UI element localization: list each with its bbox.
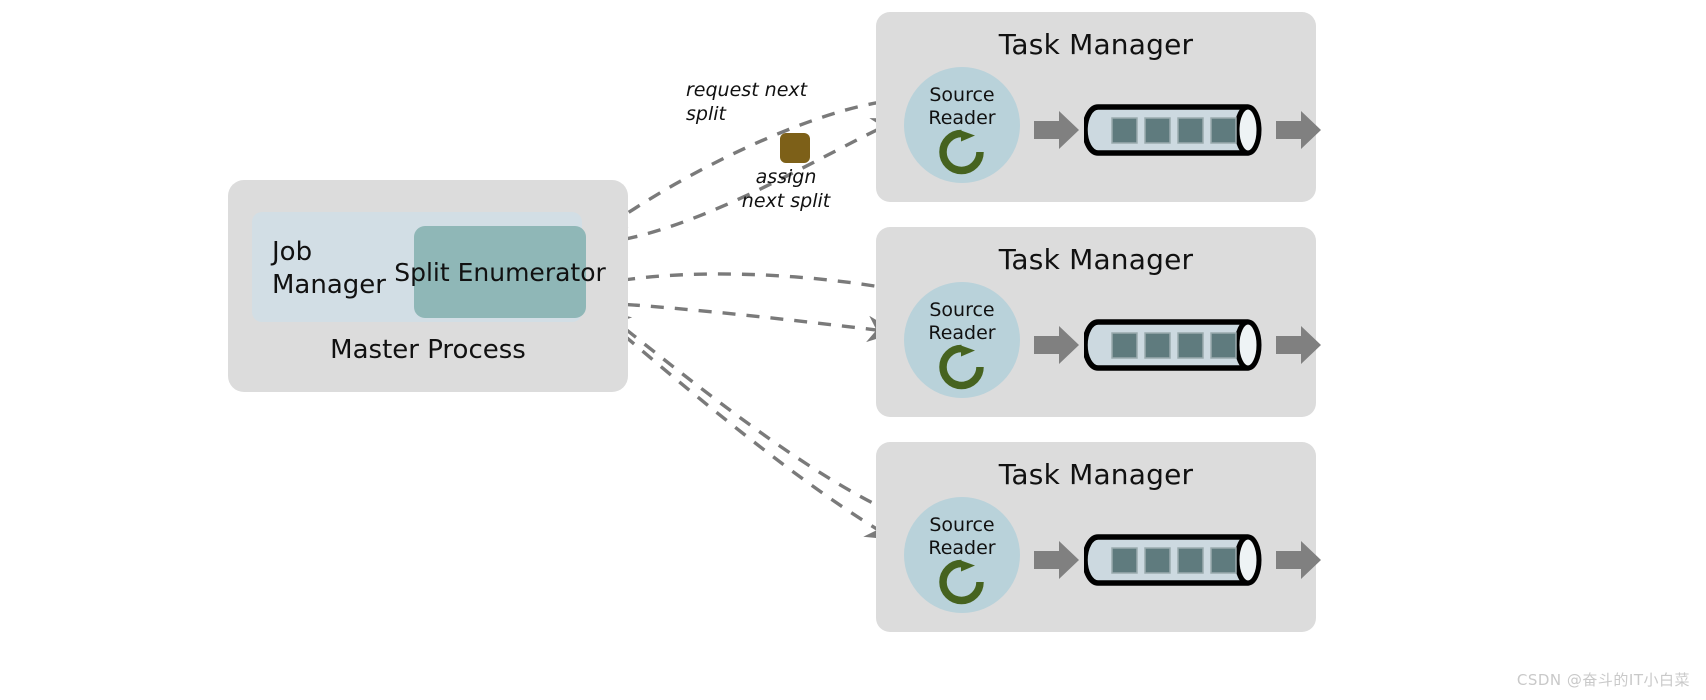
edge-label-assign-next-split: assign next split xyxy=(741,166,831,213)
task-manager-title: Task Manager xyxy=(998,458,1194,491)
diagram-canvas: Job Manager Split Enumerator Master Proc… xyxy=(0,0,1706,700)
task-manager-panel-1: Task Manager Source Reader xyxy=(876,12,1321,202)
split-enumerator-box[interactable]: Split Enumerator xyxy=(394,226,606,318)
source-reader-node[interactable]: Source Reader xyxy=(904,282,1020,398)
edge-label-request-next-split: request next split xyxy=(686,79,808,126)
split-enumerator-label: Split Enumerator xyxy=(394,257,606,287)
loop-refresh-icon xyxy=(939,344,984,390)
edge-assign-tm3 xyxy=(604,318,896,540)
watermark-text: CSDN @奋斗的IT小白菜 xyxy=(1516,671,1690,689)
split-chip-icon xyxy=(780,133,810,163)
flow-arrow-out-icon xyxy=(1276,541,1321,579)
loop-refresh-icon xyxy=(939,559,984,605)
task-manager-panel-2: Task Manager Source Reader xyxy=(876,227,1321,417)
source-reader-node[interactable]: Source Reader xyxy=(904,67,1020,183)
task-manager-title: Task Manager xyxy=(998,243,1194,276)
flow-arrow-out-icon xyxy=(1276,326,1321,364)
record-pipe xyxy=(1084,104,1262,156)
loop-refresh-icon xyxy=(939,129,984,175)
source-reader-node[interactable]: Source Reader xyxy=(904,497,1020,613)
record-pipe xyxy=(1084,534,1262,586)
edge-assign-tm2 xyxy=(602,301,897,343)
source-reader-label: Source Reader xyxy=(928,84,996,129)
flow-arrow-out-icon xyxy=(1276,111,1321,149)
flow-arrow-in-icon xyxy=(1034,326,1079,364)
record-pipe xyxy=(1084,319,1262,371)
task-manager-title: Task Manager xyxy=(998,28,1194,61)
source-reader-label: Source Reader xyxy=(928,299,996,344)
flow-arrow-in-icon xyxy=(1034,111,1079,149)
master-process-panel: Job Manager Split Enumerator Master Proc… xyxy=(228,180,628,392)
task-manager-panel-3: Task Manager Source Reader xyxy=(876,442,1321,632)
edge-request-tm3 xyxy=(601,309,894,515)
flow-arrow-in-icon xyxy=(1034,541,1079,579)
source-reader-label: Source Reader xyxy=(928,514,996,559)
master-process-label: Master Process xyxy=(330,335,526,365)
edge-request-tm2 xyxy=(596,266,899,293)
